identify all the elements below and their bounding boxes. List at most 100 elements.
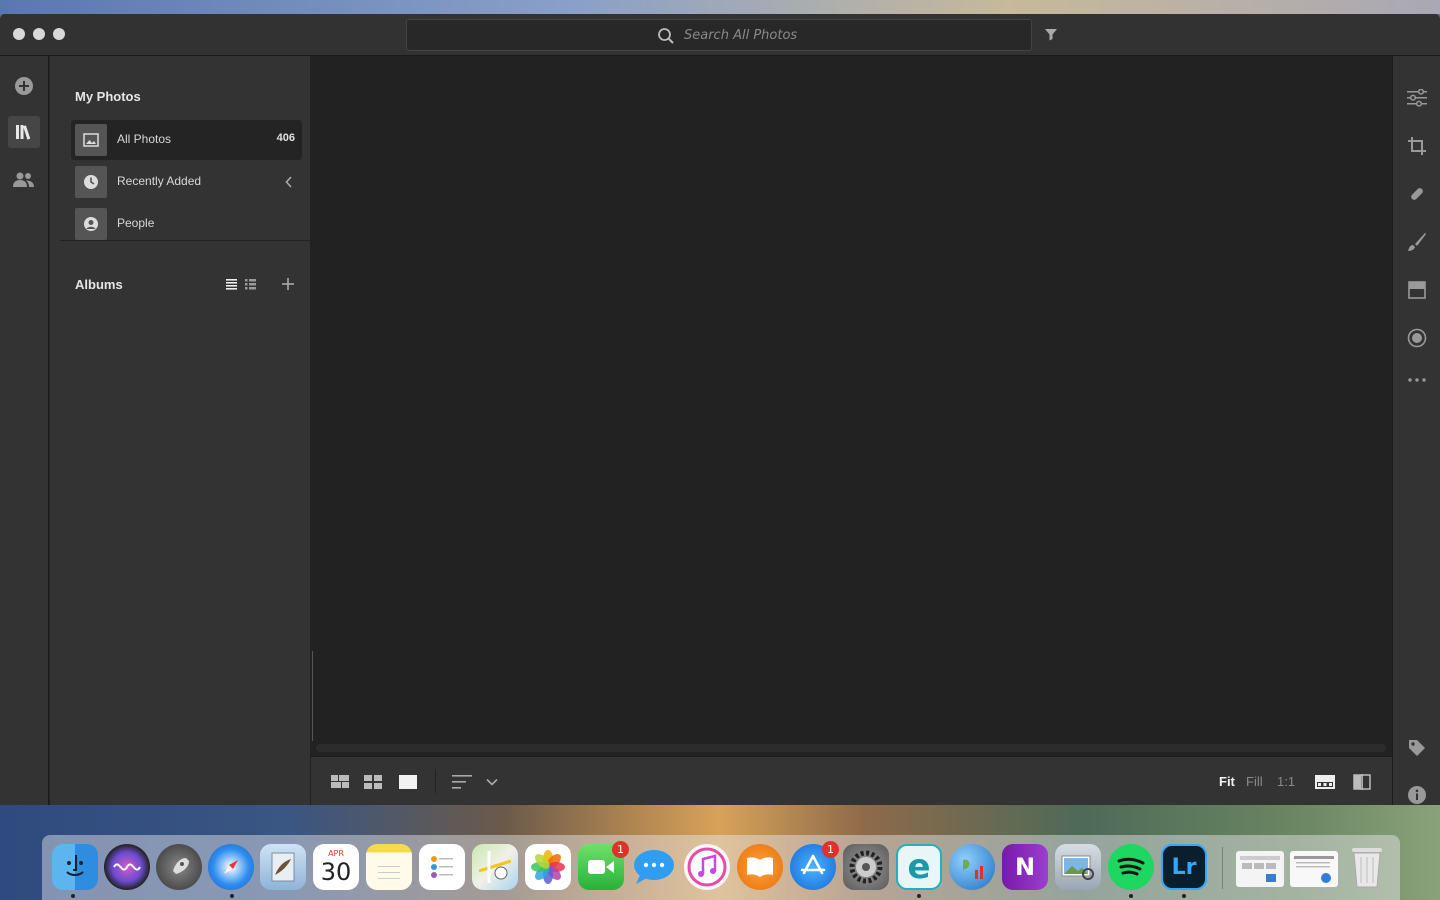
zoom-1-1-option[interactable]: 1:1: [1277, 774, 1295, 789]
before-after-icon: [1353, 774, 1371, 790]
dock-lightroom[interactable]: Lr: [1161, 844, 1207, 890]
albums-heading: Albums: [75, 277, 123, 292]
close-window-button[interactable]: [13, 28, 25, 40]
sort-button[interactable]: [451, 771, 473, 793]
my-photos-heading: My Photos: [75, 89, 141, 104]
macos-dock: APR 30 1 1 e N Lr: [42, 835, 1400, 900]
chevron-left-icon[interactable]: [285, 176, 293, 188]
desktop-wallpaper-top: [0, 0, 1440, 14]
people-sharing-button[interactable]: [8, 164, 40, 196]
gear-icon: [849, 850, 883, 884]
square-grid-view-button[interactable]: [362, 771, 384, 793]
sidebar-resize-handle[interactable]: [312, 651, 313, 741]
dock-photos[interactable]: [525, 844, 571, 890]
dock-system-preferences[interactable]: [843, 844, 889, 890]
dock-maps[interactable]: [472, 844, 518, 890]
list-view-icon[interactable]: [226, 279, 237, 290]
dock-messages[interactable]: [631, 844, 677, 890]
left-icon-rail: [0, 56, 49, 805]
dock-eset[interactable]: e: [896, 844, 942, 890]
sidebar-item-label: People: [117, 216, 155, 230]
add-photos-icon: [15, 77, 33, 95]
zoom-fill-option[interactable]: Fill: [1246, 774, 1263, 789]
compare-view-button[interactable]: [1351, 771, 1373, 793]
notes-icon: [378, 866, 400, 879]
spotify-icon: [1117, 857, 1145, 876]
notification-badge: 1: [822, 841, 839, 858]
more-tools-button[interactable]: [1405, 368, 1429, 392]
sidebar-item-recently-added[interactable]: Recently Added: [71, 162, 302, 202]
finder-icon: [66, 855, 84, 876]
dock-mail[interactable]: [260, 844, 306, 890]
healing-button[interactable]: [1405, 182, 1429, 206]
zoom-fit-option[interactable]: Fit: [1219, 774, 1235, 789]
dock-books[interactable]: [737, 844, 783, 890]
add-photos-button[interactable]: [8, 70, 40, 102]
open-book-icon: [747, 857, 773, 877]
info-button[interactable]: [1405, 783, 1429, 805]
sidebar-item-label: All Photos: [117, 132, 172, 146]
search-input[interactable]: Search All Photos: [406, 19, 1032, 51]
square-grid-icon: [364, 775, 382, 789]
crop-button[interactable]: [1405, 134, 1429, 158]
brush-button[interactable]: [1405, 230, 1429, 254]
window-thumbnail-icon: [1240, 856, 1280, 882]
dock-siri[interactable]: [104, 844, 150, 890]
photo-count: 406: [276, 132, 295, 144]
detailed-list-view-icon[interactable]: [245, 279, 256, 290]
running-indicator: [1182, 894, 1186, 898]
dock-notes[interactable]: [366, 844, 412, 890]
healing-icon: [1411, 188, 1423, 200]
filter-icon[interactable]: [1043, 26, 1059, 42]
crop-icon: [1408, 137, 1426, 155]
running-indicator: [71, 894, 75, 898]
photo-grid-view-button[interactable]: [329, 771, 351, 793]
edit-button[interactable]: [1405, 86, 1429, 110]
zoom-window-button[interactable]: [53, 28, 65, 40]
speech-bubble-icon: [634, 850, 674, 884]
sidebar-item-people[interactable]: People: [71, 204, 302, 244]
globe-chart-icon: [963, 859, 983, 879]
library-sidebar: My Photos All Photos 406 Recently Added …: [50, 56, 310, 805]
minimize-window-button[interactable]: [33, 28, 45, 40]
lightroom-window: Search All Photos My Photos All Photos 4…: [0, 14, 1440, 805]
dock-launchpad[interactable]: [156, 844, 202, 890]
linear-gradient-button[interactable]: [1405, 278, 1429, 302]
filmstrip-toggle-button[interactable]: [1314, 771, 1336, 793]
dock-minimized-window[interactable]: [1236, 851, 1284, 887]
dock-calendar[interactable]: APR 30: [313, 844, 359, 890]
horizontal-scrollbar[interactable]: [316, 744, 1386, 752]
library-button[interactable]: [8, 116, 40, 148]
bottom-toolbar: Fit Fill 1:1: [311, 756, 1392, 805]
dock-itunes[interactable]: [684, 844, 730, 890]
reminders-icon: [431, 856, 453, 878]
sidebar-item-all-photos[interactable]: All Photos 406: [71, 120, 302, 160]
toolbar-divider: [435, 769, 436, 793]
sort-options-dropdown[interactable]: [481, 771, 503, 793]
mail-stamp-icon: [271, 852, 295, 882]
running-indicator: [230, 894, 234, 898]
dock-network-app[interactable]: [949, 844, 995, 890]
dock-onenote[interactable]: N: [1002, 844, 1048, 890]
dock-trash[interactable]: [1344, 844, 1390, 890]
edit-tools-panel: [1392, 56, 1440, 805]
dock-finder[interactable]: [52, 844, 98, 890]
sort-icon: [452, 775, 472, 789]
dock-downloads-stack[interactable]: [1290, 851, 1338, 887]
dock-preview[interactable]: [1055, 844, 1101, 890]
notification-badge: 1: [612, 841, 629, 858]
dock-safari[interactable]: [208, 844, 254, 890]
add-album-icon[interactable]: [282, 278, 294, 290]
calendar-day: 30: [320, 858, 352, 886]
photos-flower-icon: [531, 850, 565, 884]
dock-reminders[interactable]: [419, 844, 465, 890]
keyword-tag-icon: [1409, 740, 1425, 756]
single-photo-icon: [399, 775, 417, 789]
keyword-button[interactable]: [1405, 736, 1429, 760]
detail-view-button[interactable]: [397, 771, 419, 793]
dock-spotify[interactable]: [1108, 844, 1154, 890]
filmstrip-icon: [1315, 775, 1335, 789]
radial-gradient-button[interactable]: [1405, 326, 1429, 350]
siri-icon: [113, 863, 141, 871]
photo-icon: [75, 124, 107, 156]
